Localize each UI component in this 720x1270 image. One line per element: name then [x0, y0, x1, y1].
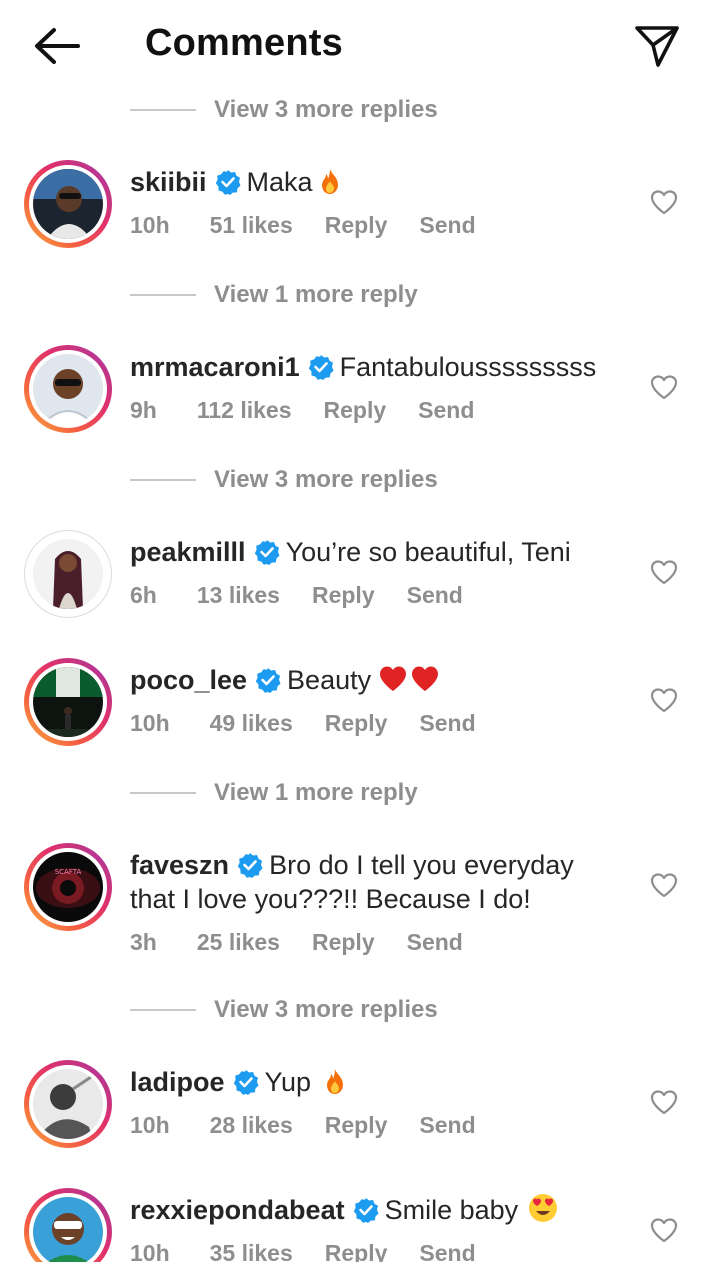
send-button[interactable]: Send [418, 397, 474, 424]
view-replies-link[interactable]: View 1 more reply [130, 280, 418, 310]
view-replies-label: View 3 more replies [214, 996, 438, 1023]
heart-icon[interactable] [650, 1217, 678, 1243]
comment-meta: 10h 28 likes Reply Send [130, 1112, 508, 1139]
comment-time: 10h [130, 212, 170, 238]
view-replies-link[interactable]: View 3 more replies [130, 95, 438, 125]
verified-badge-icon [233, 1070, 259, 1095]
send-button[interactable]: Send [419, 710, 475, 737]
comment-text: skiibii Maka [130, 165, 620, 199]
verified-badge-icon [237, 853, 263, 878]
heart-icon[interactable] [650, 687, 678, 713]
comment-meta: 10h 51 likes Reply Send [130, 212, 508, 239]
fire-icon [321, 169, 338, 194]
comment-meta: 6h 13 likes Reply Send [130, 582, 495, 609]
view-replies-label: View 1 more reply [214, 281, 418, 308]
avatar[interactable] [24, 160, 112, 248]
avatar[interactable]: SCAFTA [24, 843, 112, 931]
back-button[interactable] [30, 24, 82, 68]
comment-time: 9h [130, 397, 157, 423]
comment-meta: 3h 25 likes Reply Send [130, 929, 495, 956]
heart-icon[interactable] [650, 189, 678, 215]
heart-eyes-icon [529, 1194, 558, 1222]
comment-body: Smile baby [384, 1195, 519, 1225]
header: Comments [0, 0, 720, 92]
comment-meta: 10h 49 likes Reply Send [130, 710, 508, 737]
comment-text: ladipoe Yup [130, 1065, 620, 1099]
view-replies-link[interactable]: View 1 more reply [130, 778, 418, 808]
fire-icon [327, 1069, 344, 1094]
page-title: Comments [145, 22, 343, 64]
avatar[interactable] [24, 530, 112, 618]
send-button[interactable]: Send [407, 929, 463, 956]
comment-username[interactable]: skiibii [130, 167, 207, 197]
red-heart-icon [380, 666, 439, 691]
reply-button[interactable]: Reply [325, 710, 388, 737]
verified-badge-icon [254, 540, 280, 565]
comment-time: 10h [130, 1112, 170, 1138]
view-replies-label: View 3 more replies [214, 96, 438, 123]
comment-body: Yup [264, 1067, 312, 1097]
comment-username[interactable]: faveszn [130, 850, 229, 880]
heart-icon[interactable] [650, 559, 678, 585]
comment-username[interactable]: poco_lee [130, 665, 247, 695]
comment-time: 10h [130, 710, 170, 736]
comment-meta: 9h 112 likes Reply Send [130, 397, 506, 424]
view-replies-label: View 3 more replies [214, 466, 438, 493]
comment-likes[interactable]: 112 likes [197, 397, 292, 424]
comment-body: Fantabulousssssssss [339, 352, 597, 382]
view-replies-link[interactable]: View 3 more replies [130, 465, 438, 495]
paper-plane-icon [635, 26, 679, 67]
bottom-edge [0, 1262, 720, 1270]
comment-likes[interactable]: 49 likes [210, 710, 293, 737]
reply-divider [130, 479, 196, 481]
reply-divider [130, 109, 196, 111]
heart-icon[interactable] [650, 1089, 678, 1115]
reply-divider [130, 294, 196, 296]
verified-badge-icon [255, 668, 281, 693]
reply-divider [130, 1009, 196, 1011]
comment-text: rexxiepondabeat Smile baby [130, 1193, 620, 1227]
view-replies-link[interactable]: View 3 more replies [130, 995, 438, 1025]
comment-likes[interactable]: 51 likes [210, 212, 293, 239]
comment-text: mrmacaroni1 Fantabulousssssssss [130, 350, 620, 384]
arrow-left-icon [35, 28, 80, 64]
reply-button[interactable]: Reply [324, 397, 387, 424]
avatar[interactable] [24, 1188, 112, 1270]
heart-icon[interactable] [650, 374, 678, 400]
verified-badge-icon [215, 170, 241, 195]
view-replies-label: View 1 more reply [214, 779, 418, 806]
avatar[interactable] [24, 1060, 112, 1148]
verified-badge-icon [353, 1198, 379, 1223]
avatar[interactable] [24, 345, 112, 433]
share-button[interactable] [630, 22, 684, 70]
comment-body: Beauty [287, 665, 372, 695]
send-button[interactable]: Send [419, 212, 475, 239]
comment-username[interactable]: ladipoe [130, 1067, 225, 1097]
heart-icon[interactable] [650, 872, 678, 898]
reply-button[interactable]: Reply [325, 212, 388, 239]
reply-button[interactable]: Reply [325, 1112, 388, 1139]
comment-username[interactable]: rexxiepondabeat [130, 1195, 345, 1225]
comment-body: You’re so beautiful, Teni [285, 537, 571, 567]
send-button[interactable]: Send [407, 582, 463, 609]
verified-badge-icon [308, 355, 334, 380]
comment-time: 6h [130, 582, 157, 608]
comment-time: 3h [130, 929, 157, 955]
comment-text: faveszn Bro do I tell you everyday that I… [130, 848, 620, 916]
reply-button[interactable]: Reply [312, 929, 375, 956]
comment-likes[interactable]: 28 likes [210, 1112, 293, 1139]
comment-text: peakmilll You’re so beautiful, Teni [130, 535, 620, 569]
reply-button[interactable]: Reply [312, 582, 375, 609]
comment-body: Maka [246, 167, 313, 197]
comment-username[interactable]: peakmilll [130, 537, 246, 567]
send-button[interactable]: Send [419, 1112, 475, 1139]
comment-likes[interactable]: 13 likes [197, 582, 280, 609]
svg-text:SCAFTA: SCAFTA [55, 868, 82, 876]
comment-text: poco_lee Beauty [130, 663, 620, 697]
reply-divider [130, 792, 196, 794]
comment-username[interactable]: mrmacaroni1 [130, 352, 300, 382]
comment-likes[interactable]: 25 likes [197, 929, 280, 956]
avatar[interactable] [24, 658, 112, 746]
